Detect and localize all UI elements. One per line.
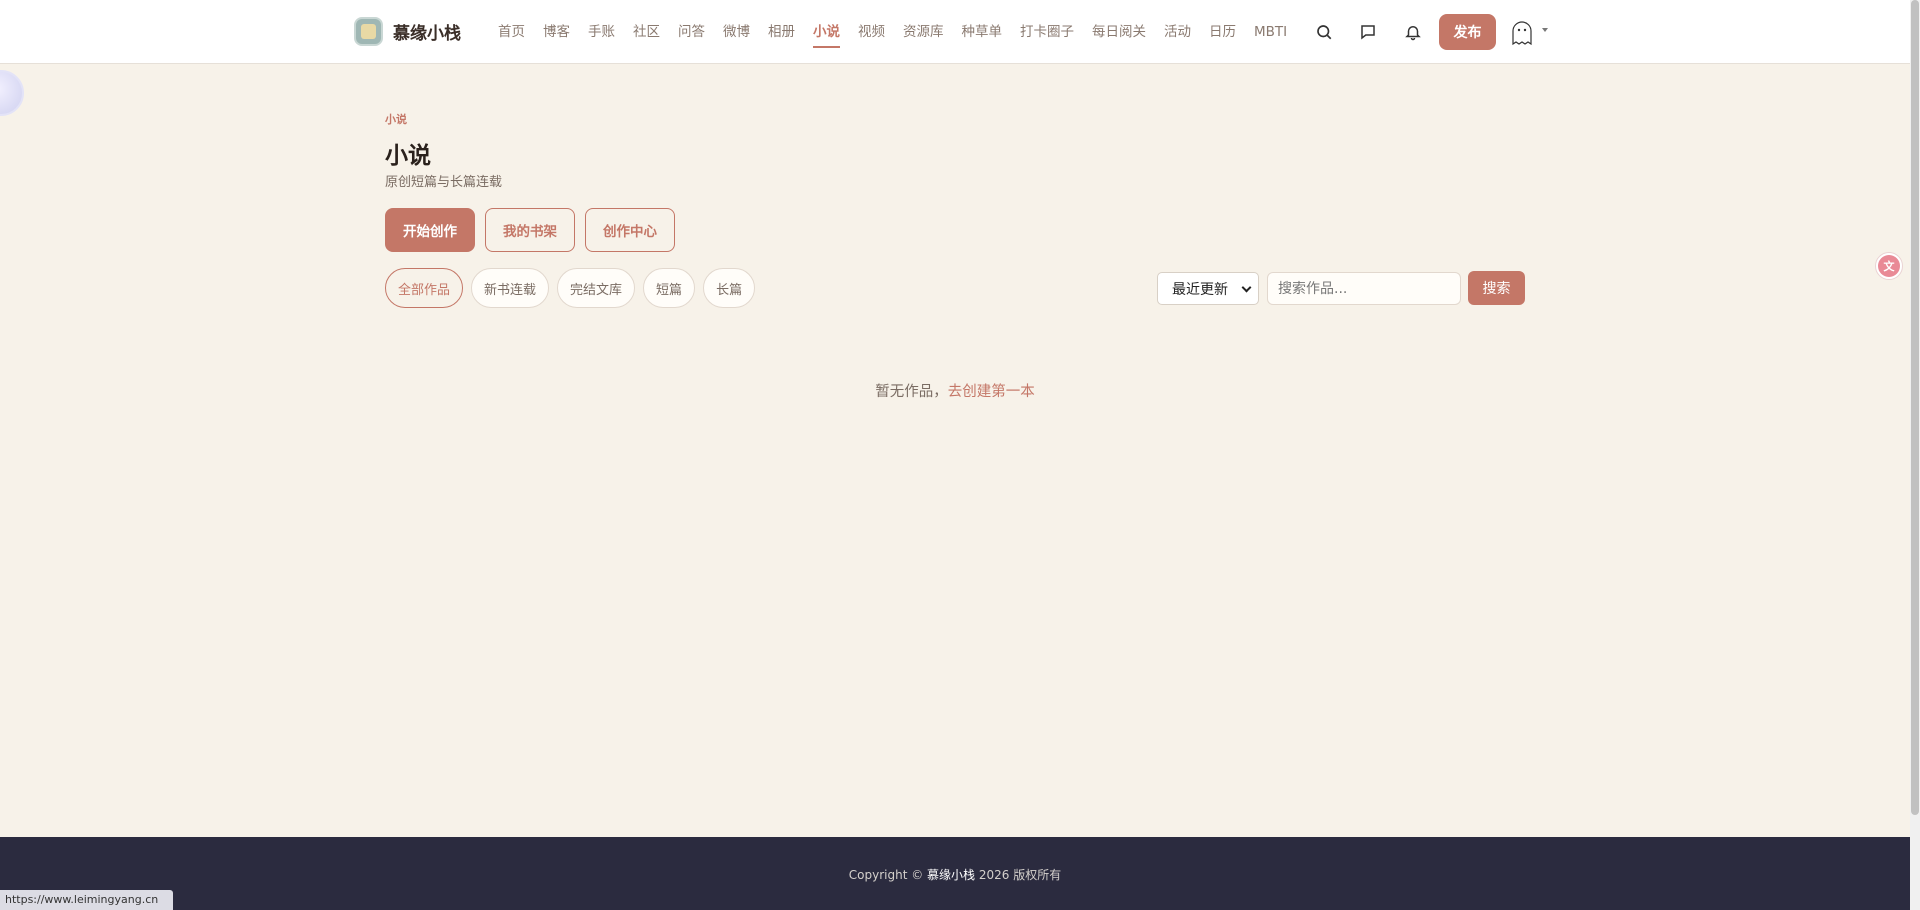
action-buttons: 开始创作 我的书架 创作中心 <box>385 208 685 252</box>
nav-item[interactable]: 手账 <box>588 0 615 64</box>
filter-chip[interactable]: 新书连载 <box>471 268 550 308</box>
create-first-link[interactable]: 去创建第一本 <box>948 384 1035 400</box>
filter-chip[interactable]: 长篇 <box>703 268 756 308</box>
chevron-down-icon[interactable] <box>1542 28 1548 32</box>
chevron-down-icon <box>1241 282 1252 293</box>
avatar[interactable] <box>1508 18 1536 46</box>
section-kicker: 小说 <box>385 113 407 126</box>
filter-chip[interactable]: 完结文库 <box>557 268 636 308</box>
page-title: 小说 <box>385 143 431 169</box>
scrollbar-thumb[interactable] <box>1911 0 1919 815</box>
search-button[interactable]: 搜索 <box>1468 271 1525 305</box>
empty-text: 暂无作品， <box>875 384 948 400</box>
nav-item[interactable]: 日历 <box>1209 0 1236 64</box>
filter-chips: 全部作品 新书连载 完结文库 短篇 长篇 <box>385 268 763 308</box>
filter-chip[interactable]: 全部作品 <box>385 268 464 308</box>
sort-select[interactable]: 最近更新 <box>1157 272 1259 305</box>
bell-icon[interactable] <box>1401 20 1425 44</box>
translate-button[interactable]: 文 <box>1875 252 1903 280</box>
nav-item[interactable]: 种草单 <box>962 0 1003 64</box>
copyright: Copyright © 慕缘小栈 2026 版权所有 <box>0 866 1910 883</box>
nav-item[interactable]: 首页 <box>498 0 525 64</box>
brand-link[interactable]: 慕缘小栈 <box>354 17 461 46</box>
action-button[interactable]: 开始创作 <box>385 208 475 252</box>
page-subtitle: 原创短篇与长篇连载 <box>385 175 503 190</box>
empty-state: 暂无作品，去创建第一本 <box>0 380 1910 401</box>
action-button[interactable]: 我的书架 <box>485 208 575 252</box>
main-nav: 首页 博客 手账 社区 问答 微博 相册 小说 视频 资源库 种草单 打卡圈子 每日阅关 活动 日历 MBTI <box>498 0 1305 64</box>
copyright-suffix: 2026 版权所有 <box>975 868 1062 882</box>
top-navbar: 慕缘小栈 首页 博客 手账 社区 问答 微博 相册 小说 视频 资源库 种草单 打卡圈子 每日阅关 活动日… <box>0 0 1910 64</box>
logo <box>354 17 383 46</box>
translate-icon: 文 <box>1878 255 1900 277</box>
message-icon[interactable] <box>1356 20 1380 44</box>
nav-item[interactable]: 问答 <box>678 0 705 64</box>
floating-widget[interactable] <box>0 70 24 116</box>
nav-item[interactable]: 活动 <box>1164 0 1191 64</box>
sort-selected-value: 最近更新 <box>1172 281 1228 298</box>
nav-item[interactable]: 相册 <box>768 0 795 64</box>
filter-chip[interactable]: 短篇 <box>643 268 696 308</box>
search-icon[interactable] <box>1312 20 1336 44</box>
nav-item[interactable]: 资源库 <box>903 0 944 64</box>
nav-item[interactable]: 社区 <box>633 0 660 64</box>
nav-item[interactable]: 微博 <box>723 0 750 64</box>
publish-button[interactable]: 发布 <box>1439 14 1496 50</box>
nav-item[interactable]: 视频 <box>858 0 885 64</box>
nav-item[interactable]: MBTI <box>1254 0 1287 64</box>
nav-item[interactable]: 小说 <box>813 0 840 64</box>
nav-item[interactable]: 博客 <box>543 0 570 64</box>
copyright-brand: 慕缘小栈 <box>927 868 976 882</box>
brand-name: 慕缘小栈 <box>393 24 461 44</box>
action-button[interactable]: 创作中心 <box>585 208 675 252</box>
nav-item[interactable]: 打卡圈子 <box>1020 0 1074 64</box>
nav-item[interactable]: 每日阅关 <box>1092 0 1146 64</box>
search-input[interactable] <box>1267 272 1461 305</box>
status-bar-url: https://www.leimingyang.cn <box>0 890 173 910</box>
copyright-prefix: Copyright © <box>848 868 928 882</box>
